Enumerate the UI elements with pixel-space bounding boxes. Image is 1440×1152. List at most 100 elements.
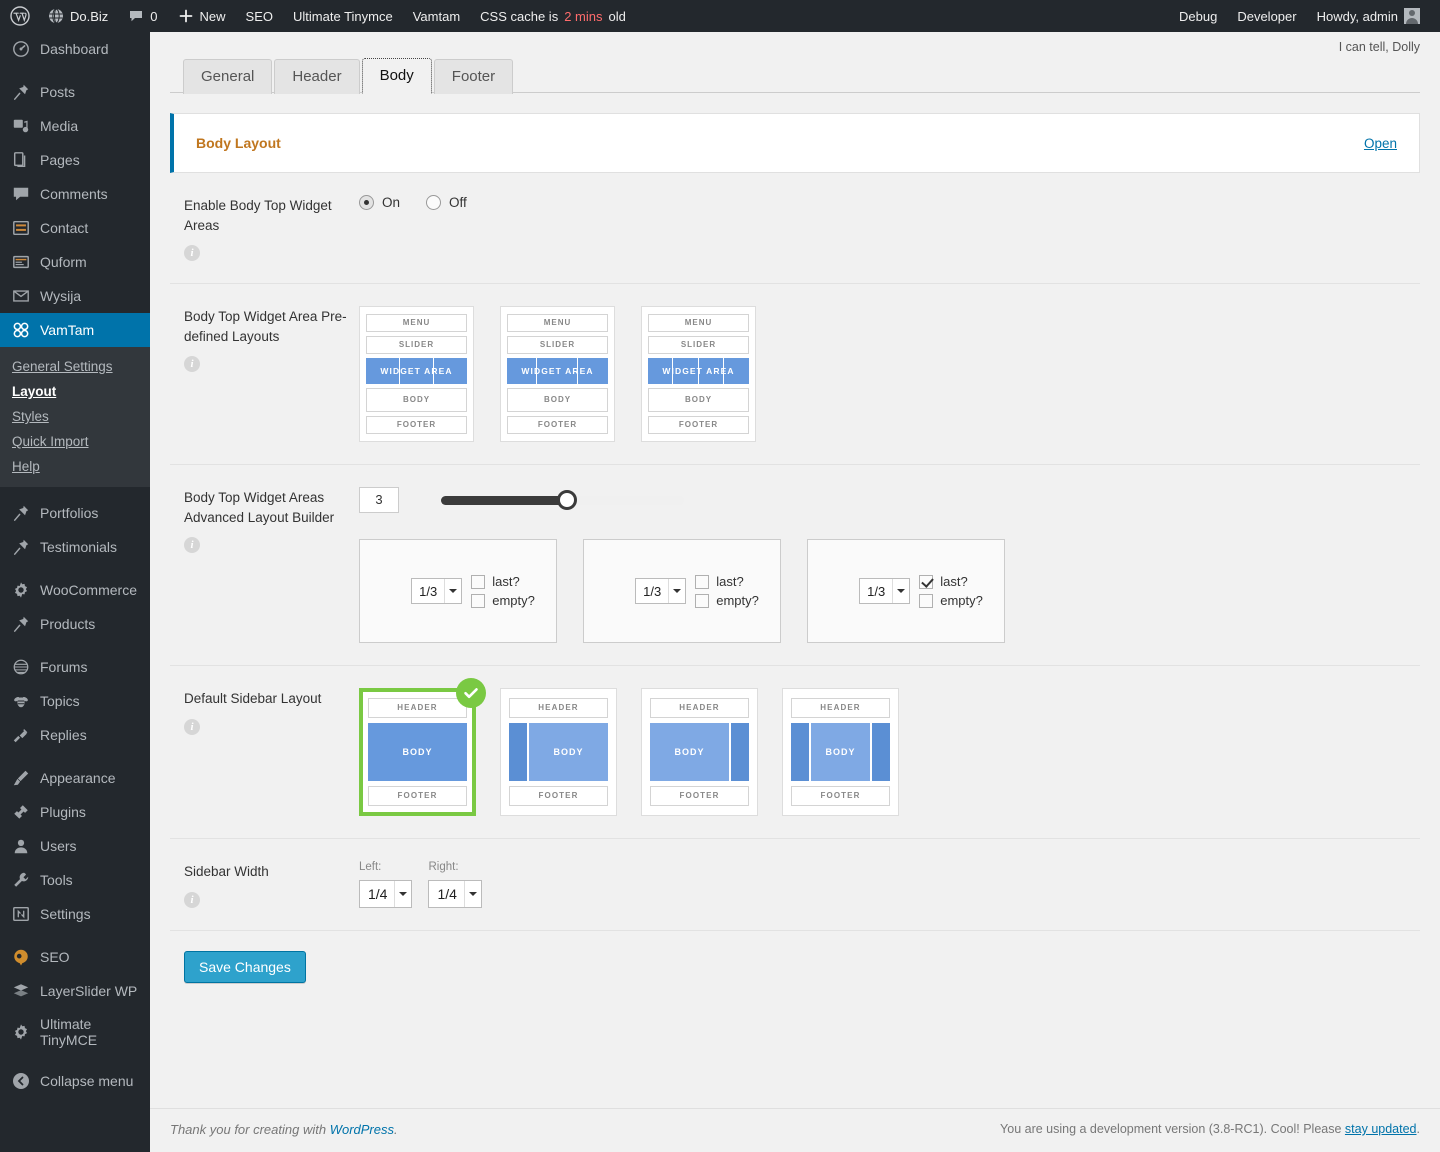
sidebar-item-pages[interactable]: Pages bbox=[0, 143, 150, 177]
sidebar-item-settings[interactable]: Settings bbox=[0, 897, 150, 931]
sidebar-item-replies[interactable]: Replies bbox=[0, 718, 150, 752]
wp-logo-button[interactable] bbox=[0, 0, 38, 32]
sidebar-width-left-select[interactable]: 1/4 bbox=[359, 880, 412, 908]
panel-open-link[interactable]: Open bbox=[1364, 136, 1397, 151]
stay-updated-link[interactable]: stay updated bbox=[1345, 1122, 1417, 1136]
vamtam-menu[interactable]: Vamtam bbox=[403, 0, 470, 32]
seo-menu[interactable]: SEO bbox=[236, 0, 283, 32]
submenu-item-styles[interactable]: Styles bbox=[0, 404, 150, 429]
sidebar-item-comments[interactable]: Comments bbox=[0, 177, 150, 211]
sidebar-item-ultimate-tinymce[interactable]: Ultimate TinyMCE bbox=[0, 1008, 150, 1056]
sidebar-thumb-right-sidebar bbox=[872, 723, 890, 781]
sidebar-layout-option-4[interactable]: HEADERBODYFOOTER bbox=[782, 688, 899, 816]
thumb-widget-area-label: WIDGET AREA bbox=[648, 366, 749, 376]
radio-option-on[interactable]: On bbox=[359, 195, 400, 210]
sidebar-width-right-select[interactable]: 1/4 bbox=[428, 880, 481, 908]
sidebar-thumb-footer: FOOTER bbox=[650, 786, 749, 806]
tab-footer[interactable]: Footer bbox=[434, 59, 513, 94]
ultimate-tinymce-menu[interactable]: Ultimate Tinymce bbox=[283, 0, 403, 32]
column-last-checkbox-item-3[interactable]: last? bbox=[919, 574, 983, 589]
column-last-checkbox-item-1[interactable]: last? bbox=[471, 574, 535, 589]
sidebar-item-dashboard[interactable]: Dashboard bbox=[0, 32, 150, 66]
tab-header[interactable]: Header bbox=[274, 59, 359, 94]
info-icon[interactable]: i bbox=[184, 537, 200, 553]
sidebar-layout-option-1[interactable]: HEADERBODYFOOTER bbox=[359, 688, 476, 816]
radio-circle-off[interactable] bbox=[426, 195, 441, 210]
sidebar-item-tools[interactable]: Tools bbox=[0, 863, 150, 897]
sidebar-item-products[interactable]: Products bbox=[0, 607, 150, 641]
column-last-checkbox[interactable] bbox=[695, 575, 709, 589]
settings-icon bbox=[11, 904, 31, 924]
sidebar-item-layerslider-wp[interactable]: LayerSlider WP bbox=[0, 974, 150, 1008]
submenu-item-quick-import[interactable]: Quick Import bbox=[0, 429, 150, 454]
sidebar-item-quform[interactable]: Quform bbox=[0, 245, 150, 279]
column-flags-3: last? empty? bbox=[919, 574, 983, 608]
sidebar-item-forums[interactable]: Forums bbox=[0, 650, 150, 684]
info-icon[interactable]: i bbox=[184, 719, 200, 735]
sidebar-item-contact[interactable]: Contact bbox=[0, 211, 150, 245]
radio-option-off[interactable]: Off bbox=[426, 195, 467, 210]
sidebar-item-label: Media bbox=[40, 118, 78, 134]
developer-menu[interactable]: Developer bbox=[1227, 0, 1306, 32]
tab-body[interactable]: Body bbox=[362, 58, 432, 94]
column-count-slider[interactable] bbox=[441, 496, 684, 505]
sidebar-item-users[interactable]: Users bbox=[0, 829, 150, 863]
column-empty-checkbox[interactable] bbox=[919, 594, 933, 608]
panel-header: Body Layout Open bbox=[174, 114, 1419, 172]
column-empty-checkbox-item-2[interactable]: empty? bbox=[695, 593, 759, 608]
submenu-item-layout[interactable]: Layout bbox=[0, 379, 150, 404]
column-width-select-2[interactable]: 1/3 bbox=[635, 578, 686, 604]
predefined-layout-option-3[interactable]: MENUSLIDERWIDGET AREABODYFOOTER bbox=[641, 306, 756, 442]
slider-handle[interactable] bbox=[557, 490, 577, 510]
column-width-select-3[interactable]: 1/3 bbox=[859, 578, 910, 604]
column-empty-checkbox-item-1[interactable]: empty? bbox=[471, 593, 535, 608]
collapse-menu-button[interactable]: Collapse menu bbox=[0, 1064, 150, 1098]
column-builder-list: 1/3 last? empty? 1/3 last? empty? 1/3 last? empt… bbox=[359, 539, 1420, 643]
comments-menu[interactable]: 0 bbox=[118, 0, 167, 32]
pin-icon bbox=[11, 537, 31, 557]
css-cache-status[interactable]: CSS cache is 2 mins old bbox=[470, 0, 636, 32]
sidebar-layout-option-2[interactable]: HEADERBODYFOOTER bbox=[500, 688, 617, 816]
sidebar-item-seo[interactable]: SEO bbox=[0, 940, 150, 974]
collapse-menu-label: Collapse menu bbox=[40, 1073, 133, 1089]
submenu-item-general-settings[interactable]: General Settings bbox=[0, 354, 150, 379]
sidebar-item-posts[interactable]: Posts bbox=[0, 75, 150, 109]
column-last-checkbox-item-2[interactable]: last? bbox=[695, 574, 759, 589]
site-name-menu[interactable]: Do.Biz bbox=[38, 0, 118, 32]
sidebar-thumb-body-row: BODY bbox=[368, 723, 467, 781]
column-last-checkbox[interactable] bbox=[919, 575, 933, 589]
predefined-layout-option-2[interactable]: MENUSLIDERWIDGET AREABODYFOOTER bbox=[500, 306, 615, 442]
my-account-menu[interactable]: Howdy, admin bbox=[1307, 0, 1430, 32]
column-empty-checkbox-item-3[interactable]: empty? bbox=[919, 593, 983, 608]
predefined-layout-option-1[interactable]: MENUSLIDERWIDGET AREABODYFOOTER bbox=[359, 306, 474, 442]
column-width-select-1[interactable]: 1/3 bbox=[411, 578, 462, 604]
thumb-widget-area-label: WIDGET AREA bbox=[366, 366, 467, 376]
sidebar-item-testimonials[interactable]: Testimonials bbox=[0, 530, 150, 564]
save-changes-button[interactable]: Save Changes bbox=[184, 951, 306, 983]
submenu-item-help[interactable]: Help bbox=[0, 454, 150, 479]
sidebar-item-media[interactable]: Media bbox=[0, 109, 150, 143]
info-icon[interactable]: i bbox=[184, 892, 200, 908]
sidebar-item-appearance[interactable]: Appearance bbox=[0, 761, 150, 795]
wordpress-link[interactable]: WordPress bbox=[330, 1122, 394, 1137]
sidebar-item-topics[interactable]: Topics bbox=[0, 684, 150, 718]
tab-general[interactable]: General bbox=[183, 59, 272, 94]
info-icon[interactable]: i bbox=[184, 356, 200, 372]
sidebar-item-vamtam[interactable]: VamTam bbox=[0, 313, 150, 347]
column-empty-checkbox[interactable] bbox=[695, 594, 709, 608]
column-last-checkbox[interactable] bbox=[471, 575, 485, 589]
info-icon[interactable]: i bbox=[184, 245, 200, 261]
column-empty-checkbox[interactable] bbox=[471, 594, 485, 608]
column-count-input[interactable]: 3 bbox=[359, 487, 399, 513]
sidebar-item-plugins[interactable]: Plugins bbox=[0, 795, 150, 829]
field-label: Body Top Widget Areas Advanced Layout Bu… bbox=[184, 488, 359, 527]
settings-form: Enable Body Top Widget Areas i On Off bbox=[170, 173, 1420, 1005]
radio-circle-on[interactable] bbox=[359, 195, 374, 210]
sidebar-item-label: Forums bbox=[40, 659, 87, 675]
new-content-menu[interactable]: New bbox=[168, 0, 236, 32]
sidebar-layout-option-3[interactable]: HEADERBODYFOOTER bbox=[641, 688, 758, 816]
sidebar-item-portfolios[interactable]: Portfolios bbox=[0, 496, 150, 530]
sidebar-item-woocommerce[interactable]: WooCommerce bbox=[0, 573, 150, 607]
debug-menu[interactable]: Debug bbox=[1169, 0, 1227, 32]
sidebar-item-wysija[interactable]: Wysija bbox=[0, 279, 150, 313]
